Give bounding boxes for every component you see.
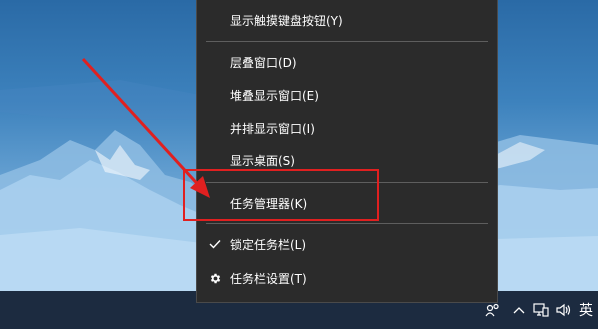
menu-item-cascade-windows[interactable]: 层叠窗口(D) [197, 46, 497, 78]
menu-item-label: 显示桌面(S) [230, 153, 295, 168]
menu-item-label: 任务栏设置(T) [230, 271, 307, 286]
menu-item-label: 并排显示窗口(I) [230, 121, 315, 136]
menu-item-label: 层叠窗口(D) [230, 55, 297, 70]
chevron-up-icon[interactable] [508, 291, 530, 329]
network-icon[interactable] [530, 291, 552, 329]
menu-item-side-by-side[interactable]: 并排显示窗口(I) [197, 112, 497, 144]
menu-item-label: 显示触摸键盘按钮(Y) [230, 13, 343, 28]
ime-indicator[interactable]: 英 [574, 291, 598, 329]
menu-item-label: 堆叠显示窗口(E) [230, 88, 319, 103]
menu-separator [206, 41, 488, 42]
gear-icon [207, 262, 223, 294]
menu-item-show-touch-keyboard[interactable]: 显示触摸键盘按钮(Y) [197, 4, 497, 36]
menu-item-label: 锁定任务栏(L) [230, 237, 307, 252]
menu-item-stack-windows[interactable]: 堆叠显示窗口(E) [197, 79, 497, 111]
taskbar-context-menu: 显示触摸键盘按钮(Y) 层叠窗口(D) 堆叠显示窗口(E) 并排显示窗口(I) … [196, 0, 498, 303]
menu-item-lock-taskbar[interactable]: 锁定任务栏(L) [197, 228, 497, 260]
menu-item-taskbar-settings[interactable]: 任务栏设置(T) [197, 262, 497, 294]
menu-separator [206, 223, 488, 224]
volume-icon[interactable] [552, 291, 574, 329]
highlight-box [183, 169, 379, 221]
check-icon [207, 228, 223, 260]
